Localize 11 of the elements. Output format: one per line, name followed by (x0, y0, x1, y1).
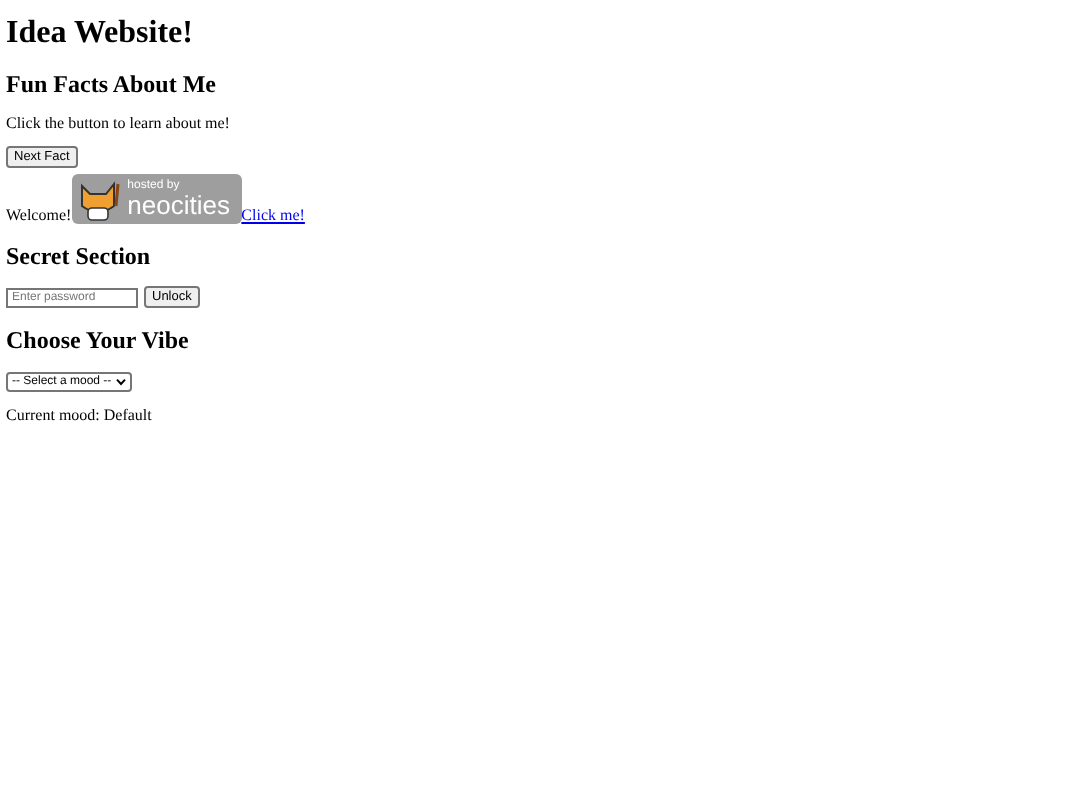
page-title: Idea Website! (6, 16, 195, 52)
click-me-link[interactable]: Click me! (241, 206, 305, 224)
mood-status-text: Current mood: Default (6, 406, 154, 424)
section-heading: Choose Your Vibe (6, 326, 191, 356)
welcome-text: Welcome! (6, 206, 72, 224)
badge-wordmark: neocities (127, 192, 230, 218)
instruction-text: Click the button to learn about me! (6, 114, 232, 132)
section-heading: Fun Facts About Me (6, 70, 218, 100)
chevron-icon (115, 378, 126, 386)
section-heading: Secret Section (6, 242, 153, 272)
cat-icon (75, 177, 124, 221)
